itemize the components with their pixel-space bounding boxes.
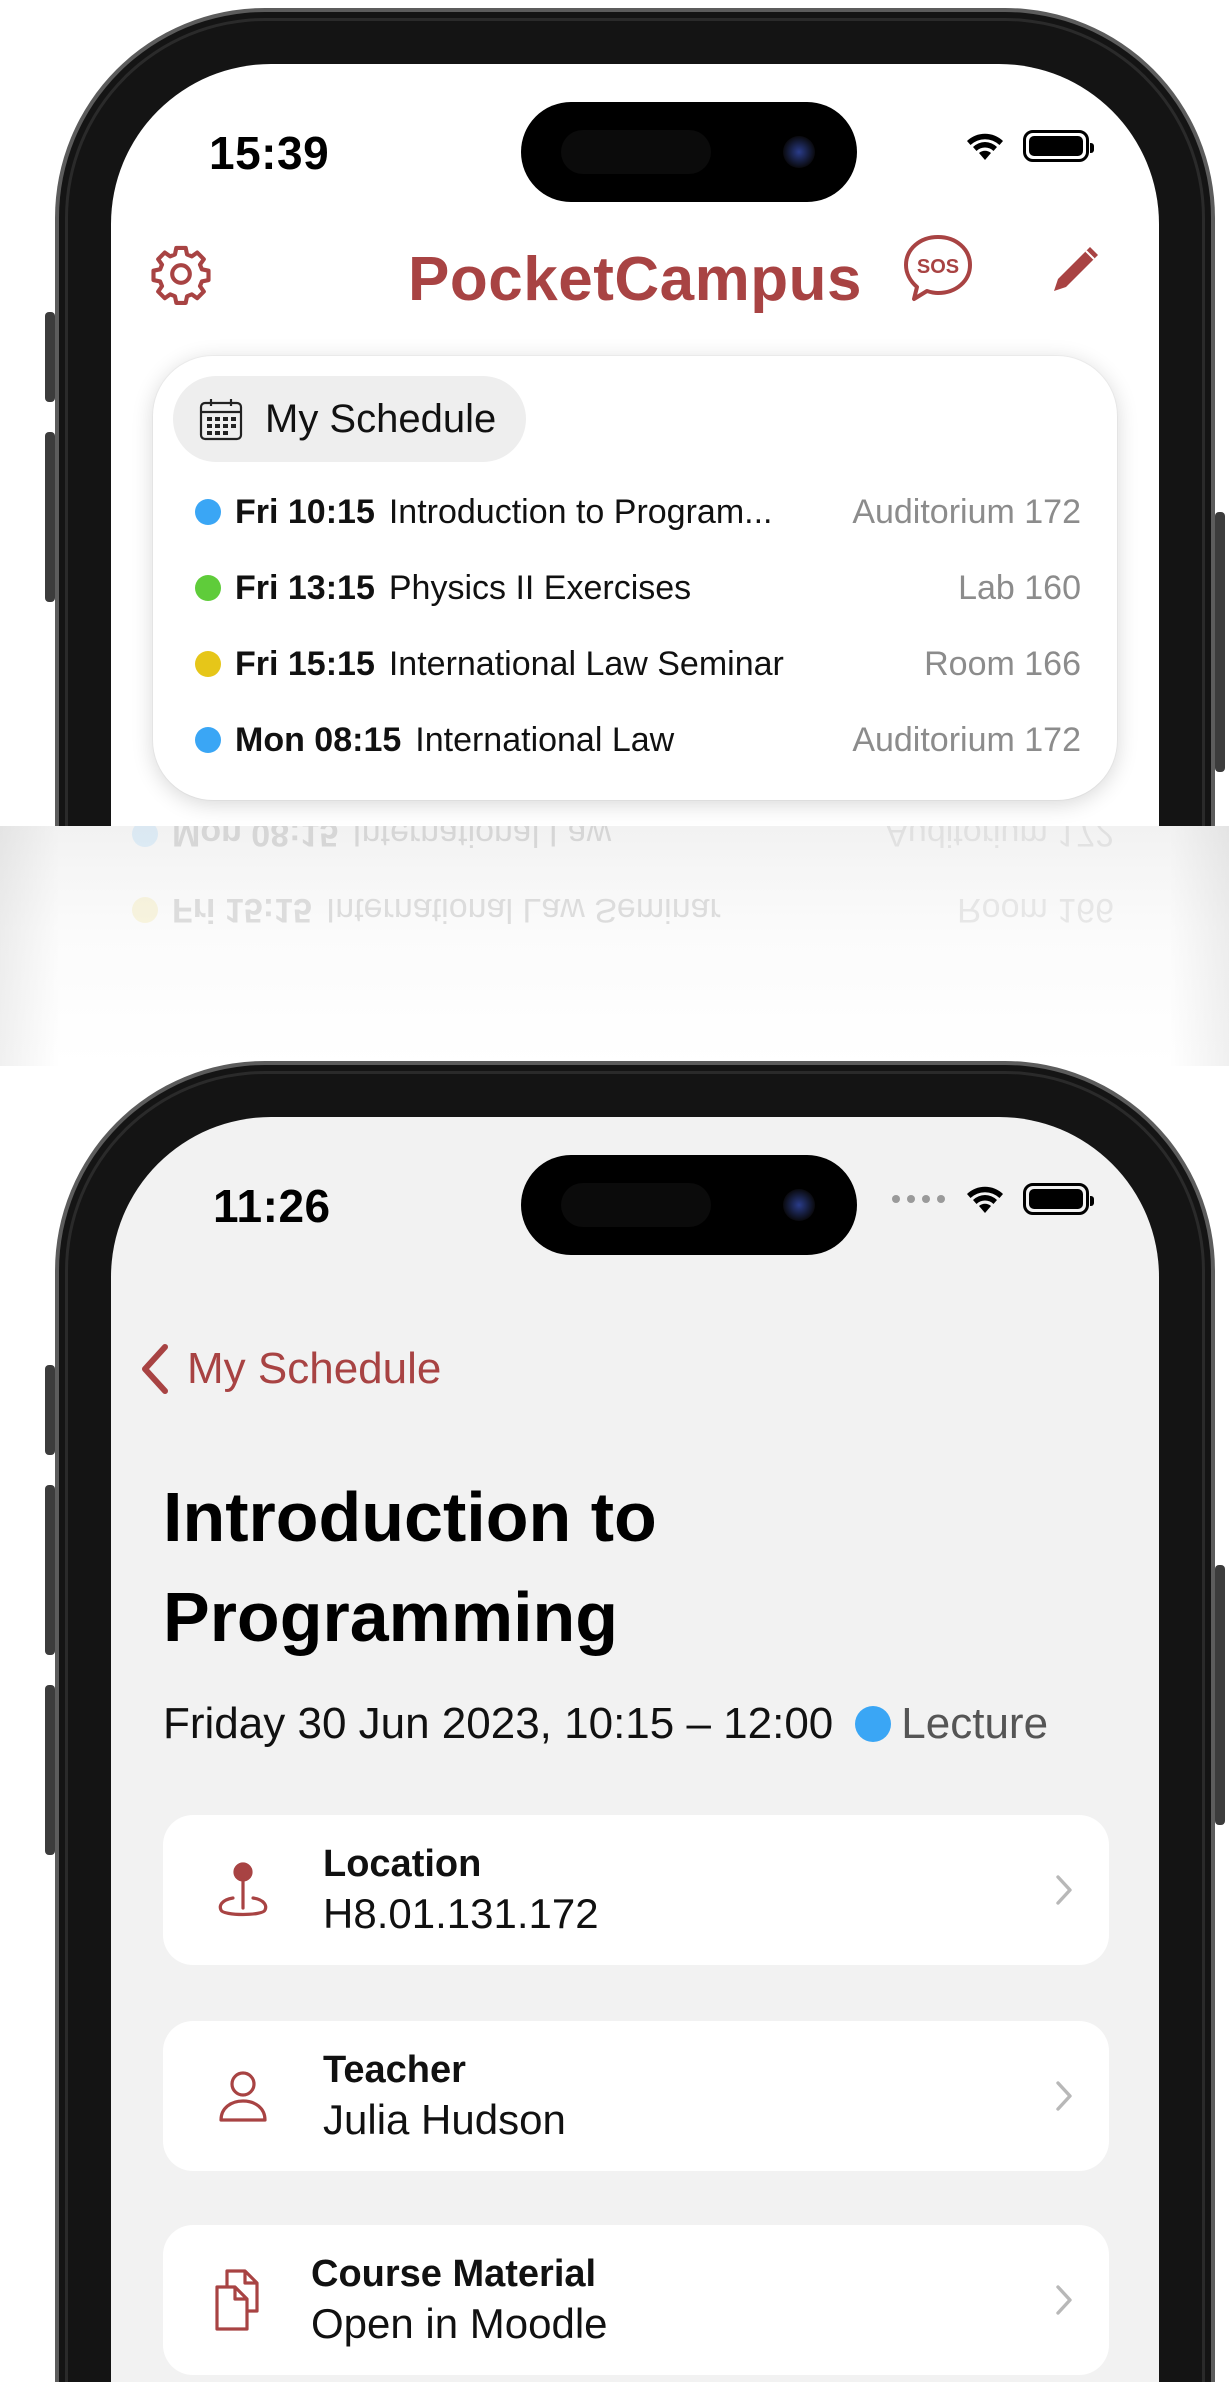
front-camera <box>783 136 815 168</box>
svg-text:SOS: SOS <box>917 256 959 278</box>
teacher-card[interactable]: Teacher Julia Hudson <box>163 2021 1109 2171</box>
phone-reflection: Fri 15:15 International Law Seminar Room 1… <box>0 826 1229 1066</box>
event-time: Fri 15:15 <box>172 891 312 930</box>
event-color-dot <box>132 897 158 923</box>
volume-down-button <box>45 1685 55 1855</box>
person-icon <box>219 2071 267 2122</box>
reflected-row: Mon 08:15 International Law Auditorium 172 <box>132 826 1114 872</box>
phone-frame-home: 15:39 PocketCampus SOS My Schedule Fri 1… <box>45 8 1225 826</box>
map-pin-icon <box>218 1862 268 1917</box>
event-color-dot <box>195 651 221 677</box>
event-datetime: Friday 30 Jun 2023, 10:15 – 12:00 <box>163 1699 834 1748</box>
status-time: 11:26 <box>213 1180 331 1232</box>
schedule-widget[interactable]: My Schedule Fri 10:15 Introduction to Pro… <box>153 356 1117 800</box>
edit-button[interactable] <box>1036 229 1116 309</box>
event-color-dot <box>132 826 158 847</box>
event-color-dot <box>195 575 221 601</box>
course-material-card[interactable]: Course Material Open in Moodle <box>163 2225 1109 2375</box>
action-button <box>45 312 55 402</box>
event-color-dot <box>195 727 221 753</box>
back-button[interactable]: My Schedule <box>137 1343 441 1395</box>
screen-event-detail: 11:26 My Schedule Introduction to Progra… <box>111 1117 1159 2382</box>
event-title: Introduction to Program... <box>388 492 773 531</box>
chevron-left-icon <box>142 1344 168 1394</box>
screen-home: 15:39 PocketCampus SOS My Schedule Fri 1… <box>111 64 1159 826</box>
wifi-icon <box>967 1186 1003 1213</box>
status-indicators <box>891 1183 1094 1215</box>
dynamic-island <box>521 102 857 202</box>
reflection-edge <box>1169 826 1229 1066</box>
power-button <box>1215 1565 1225 1825</box>
island-sensor <box>561 130 711 174</box>
schedule-row[interactable]: Fri 13:15 Physics II Exercises Lab 160 <box>195 550 1081 626</box>
reflection-edge <box>0 826 60 1066</box>
teacher-value: Julia Hudson <box>323 2095 566 2143</box>
battery-icon <box>1023 1183 1094 1215</box>
front-camera <box>783 1189 815 1221</box>
event-time: Mon 08:15 <box>172 826 339 854</box>
volume-up-button <box>45 432 55 602</box>
pencil-icon <box>1054 247 1098 291</box>
widget-header-chip[interactable]: My Schedule <box>173 376 527 462</box>
marketing-canvas: 15:39 PocketCampus SOS My Schedule Fri 1… <box>0 0 1229 2382</box>
reflected-schedule: Fri 15:15 International Law Seminar Room 1… <box>132 826 1114 948</box>
sos-icon: SOS <box>904 235 972 301</box>
phone-frame-event: 11:26 My Schedule Introduction to Progra… <box>45 1061 1225 2382</box>
event-room: Lab 160 <box>958 568 1081 607</box>
calendar-icon <box>199 399 243 441</box>
event-title: International Law <box>352 826 612 854</box>
event-time: Mon 08:15 <box>235 720 402 759</box>
chevron-right-icon <box>1056 2081 1072 2111</box>
event-time: Fri 15:15 <box>235 644 375 683</box>
schedule-row[interactable]: Fri 15:15 International Law Seminar Room 1… <box>195 626 1081 702</box>
event-title: International Law Seminar <box>325 891 721 930</box>
top-bar: PocketCampus SOS <box>111 224 1159 334</box>
action-button <box>45 1365 55 1455</box>
wifi-icon <box>967 133 1003 160</box>
event-room: Room 166 <box>957 891 1114 930</box>
power-button <box>1215 512 1225 772</box>
event-title: International Law <box>415 720 675 759</box>
battery-icon <box>1023 130 1094 162</box>
island-sensor <box>561 1183 711 1227</box>
event-color-dot <box>195 499 221 525</box>
event-room: Auditorium 172 <box>852 720 1081 759</box>
schedule-row[interactable]: Mon 08:15 International Law Auditorium 172 <box>195 702 1081 778</box>
reflected-row: Fri 15:15 International Law Seminar Room 1… <box>132 872 1114 948</box>
event-room: Auditorium 172 <box>885 826 1114 854</box>
schedule-list: Fri 10:15 Introduction to Program... Audit… <box>195 474 1081 778</box>
location-value: H8.01.131.172 <box>323 1889 599 1937</box>
event-title: Physics II Exercises <box>388 568 692 607</box>
back-label: My Schedule <box>187 1344 442 1393</box>
event-type-dot <box>855 1706 892 1742</box>
documents-icon <box>215 2269 259 2331</box>
app-title: PocketCampus <box>408 245 862 314</box>
event-datetime-row: Friday 30 Jun 2023, 10:15 – 12:00 Lectur… <box>163 1699 1048 1749</box>
status-time: 15:39 <box>209 127 330 179</box>
event-room: Room 166 <box>924 644 1081 683</box>
course-material-value: Open in Moodle <box>311 2299 608 2347</box>
widget-title: My Schedule <box>265 396 497 441</box>
location-key: Location <box>323 1842 482 1885</box>
schedule-row[interactable]: Fri 10:15 Introduction to Program... Audit… <box>195 474 1081 550</box>
signal-dots-icon <box>892 1195 945 1203</box>
event-room: Auditorium 172 <box>852 492 1081 531</box>
course-material-key: Course Material <box>311 2252 597 2295</box>
event-title: Introduction to Programming <box>163 1478 657 1656</box>
chevron-right-icon <box>1056 1875 1072 1905</box>
dynamic-island <box>521 1155 857 1255</box>
chevron-right-icon <box>1056 2285 1072 2315</box>
sos-button[interactable]: SOS <box>893 224 983 314</box>
event-time: Fri 10:15 <box>235 492 375 531</box>
event-title: International Law Seminar <box>388 644 784 683</box>
volume-up-button <box>45 1485 55 1655</box>
event-type: Lecture <box>901 1699 1049 1748</box>
event-time: Fri 13:15 <box>235 568 375 607</box>
status-indicators <box>965 130 1094 162</box>
teacher-key: Teacher <box>323 2048 466 2091</box>
location-card[interactable]: Location H8.01.131.172 <box>163 1815 1109 1965</box>
